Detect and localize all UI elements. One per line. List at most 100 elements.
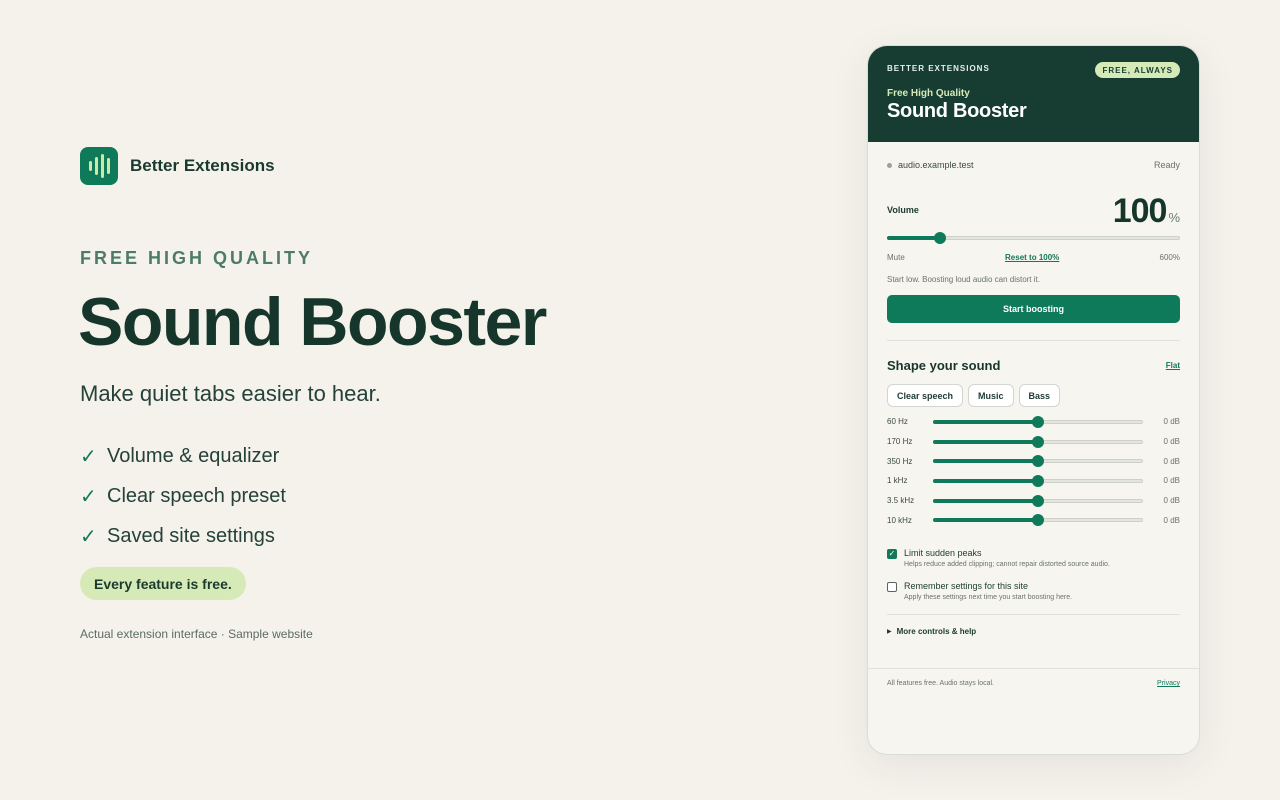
band-slider[interactable] (933, 435, 1143, 448)
remember-settings-checkbox[interactable] (887, 582, 897, 593)
remember-settings-label: Remember settings for this site (904, 581, 1029, 592)
eq-bands: 60 Hz 0 dB 170 Hz 0 dB 350 Hz 0 dB 1 kHz… (887, 412, 1180, 530)
band-slider-thumb[interactable] (1032, 514, 1044, 527)
band-label: 3.5 kHz (887, 496, 915, 506)
volume-label: Volume (887, 205, 919, 215)
eq-band: 3.5 kHz 0 dB (887, 491, 1180, 511)
status-dot-icon (887, 162, 892, 168)
volume-readout: 100 % (1113, 192, 1180, 231)
band-slider-fill (933, 478, 1038, 483)
feature-label: Saved site settings (107, 524, 275, 547)
band-slider-fill (933, 419, 1038, 424)
band-label: 1 kHz (887, 476, 908, 486)
feature-item: ✓ Volume & equalizer (80, 436, 286, 476)
free-badge: Every feature is free. (80, 567, 246, 600)
preset-music[interactable]: Music (968, 384, 1014, 407)
volume-scale: Mute Reset to 100% 600% (887, 253, 1180, 262)
limit-peaks-option: ✓ Limit sudden peaks Helps reduce added … (887, 548, 1180, 568)
hero-eyebrow: FREE HIGH QUALITY (80, 248, 314, 268)
divider (887, 340, 1180, 341)
footer-note: All features free. Audio stays local. (887, 680, 994, 687)
feature-label: Volume & equalizer (107, 444, 280, 467)
remember-settings-description: Apply these settings next time you start… (904, 594, 1073, 602)
band-label: 170 Hz (887, 437, 913, 447)
preset-bass[interactable]: Bass (1018, 384, 1061, 407)
popup-header: BETTER EXTENSIONS FREE, ALWAYS Free High… (868, 46, 1199, 142)
eq-band: 60 Hz 0 dB (887, 412, 1180, 432)
volume-min-label: Mute (887, 253, 905, 262)
flat-eq-link[interactable]: Flat (1166, 361, 1180, 370)
popup-subtitle: Free High Quality (887, 88, 970, 99)
site-row: audio.example.test Ready (887, 155, 1180, 175)
volume-max-label: 600% (1159, 253, 1180, 262)
eq-presets: Clear speech Music Bass (887, 384, 1180, 407)
band-slider[interactable] (933, 514, 1143, 527)
volume-slider-fill (887, 236, 941, 240)
volume-slider[interactable] (887, 232, 1180, 244)
band-slider-fill (933, 518, 1038, 523)
hero-title: Sound Booster (78, 284, 547, 360)
volume-hint: Start low. Boosting loud audio can disto… (887, 275, 1040, 284)
limit-peaks-description: Helps reduce added clipping; cannot repa… (904, 561, 1110, 569)
more-controls-toggle[interactable]: ▶ More controls & help (887, 627, 1180, 636)
brand-name: Better Extensions (130, 156, 275, 175)
band-slider-thumb[interactable] (1032, 474, 1044, 487)
free-always-badge: FREE, ALWAYS (1095, 62, 1180, 78)
band-label: 60 Hz (887, 417, 908, 427)
band-slider-fill (933, 498, 1038, 503)
limit-peaks-label: Limit sudden peaks (904, 548, 982, 559)
divider (887, 614, 1180, 616)
band-slider[interactable] (933, 415, 1143, 428)
band-label: 10 kHz (887, 515, 912, 525)
band-value: 0 dB (1163, 456, 1180, 466)
band-slider-fill (933, 439, 1038, 444)
band-value: 0 dB (1163, 437, 1180, 447)
band-slider[interactable] (933, 494, 1143, 507)
band-slider-thumb[interactable] (1032, 435, 1044, 448)
triangle-right-icon: ▶ (887, 629, 892, 636)
remember-settings-option: Remember settings for this site Apply th… (887, 581, 1180, 601)
eq-band: 170 Hz 0 dB (887, 432, 1180, 452)
check-icon: ✓ (80, 485, 97, 508)
feature-item: ✓ Clear speech preset (80, 476, 286, 516)
volume-unit: % (1168, 210, 1180, 225)
preset-clear-speech[interactable]: Clear speech (887, 384, 964, 407)
hero-subtitle: Make quiet tabs easier to hear. (80, 381, 381, 406)
band-slider[interactable] (933, 474, 1143, 487)
feature-list: ✓ Volume & equalizer ✓ Clear speech pres… (80, 436, 286, 556)
limit-peaks-checkbox[interactable]: ✓ (887, 549, 897, 560)
popup-title: Sound Booster (887, 100, 1027, 122)
band-value: 0 dB (1163, 417, 1180, 427)
eq-band: 10 kHz 0 dB (887, 510, 1180, 530)
site-domain: audio.example.test (898, 160, 974, 170)
check-icon: ✓ (80, 525, 97, 548)
start-boosting-button[interactable]: Start boosting (887, 295, 1180, 323)
brand: Better Extensions (80, 147, 275, 185)
extension-popup: BETTER EXTENSIONS FREE, ALWAYS Free High… (867, 45, 1200, 755)
band-value: 0 dB (1163, 496, 1180, 506)
popup-footer: All features free. Audio stays local. Pr… (868, 668, 1199, 704)
band-slider-thumb[interactable] (1032, 494, 1044, 507)
sound-wave-icon (80, 147, 118, 185)
check-icon: ✓ (80, 445, 97, 468)
site-status: Ready (1153, 160, 1180, 170)
feature-item: ✓ Saved site settings (80, 516, 286, 556)
band-slider-thumb[interactable] (1032, 415, 1044, 428)
eq-header: Shape your sound Flat (887, 358, 1180, 373)
reset-volume-link[interactable]: Reset to 100% (1005, 253, 1059, 262)
volume-slider-thumb[interactable] (934, 232, 947, 244)
eq-band: 1 kHz 0 dB (887, 471, 1180, 491)
band-value: 0 dB (1163, 476, 1180, 486)
eq-title: Shape your sound (887, 358, 1001, 373)
caption: Actual extension interface · Sample webs… (80, 627, 313, 641)
popup-body: audio.example.test Ready Volume 100 % Mu… (868, 155, 1199, 636)
band-value: 0 dB (1163, 515, 1180, 525)
band-slider-fill (933, 459, 1038, 464)
feature-label: Clear speech preset (107, 484, 286, 507)
band-slider[interactable] (933, 455, 1143, 468)
band-label: 350 Hz (887, 456, 913, 466)
band-slider-thumb[interactable] (1032, 455, 1044, 468)
more-controls-label: More controls & help (896, 627, 977, 637)
volume-value: 100 (1112, 192, 1168, 230)
privacy-link[interactable]: Privacy (1157, 680, 1180, 704)
